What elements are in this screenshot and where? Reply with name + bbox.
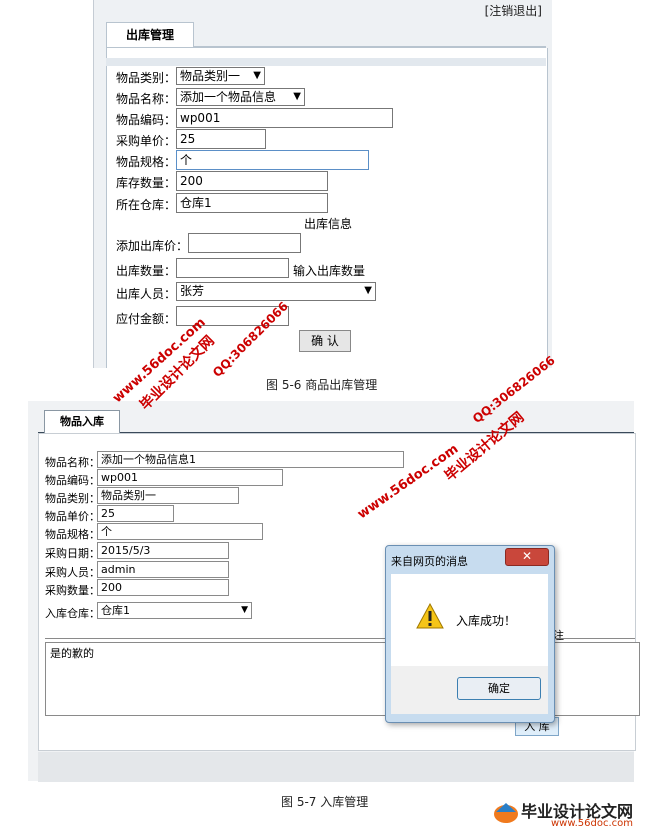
out-price-input[interactable] (188, 233, 301, 253)
figure-caption-5-7: 图 5-7 入库管理 (281, 795, 369, 809)
out-person-label: 出库人员： (116, 287, 177, 301)
out-price-label: 添加出库价： (116, 239, 189, 253)
code-input[interactable]: wp001 (176, 108, 393, 128)
figure-caption-5-6: 图 5-6 商品出库管理 (266, 378, 378, 392)
out-person-select[interactable]: 张芳 ▼ (176, 282, 376, 301)
form-header-strip (106, 58, 546, 66)
category-select[interactable]: 物品类别一 ▼ (176, 67, 265, 85)
in-buyer-label: 采购人员： (45, 566, 100, 579)
warehouse-label: 所在仓库： (116, 198, 177, 212)
name-select[interactable]: 添加一个物品信息 ▼ (176, 88, 305, 106)
in-qty-label: 采购数量： (45, 584, 100, 597)
in-name-input[interactable]: 添加一个物品信息1 (97, 451, 404, 468)
footer-strip (38, 752, 634, 782)
ok-button[interactable]: 确定 (457, 677, 541, 700)
close-icon[interactable]: ✕ (505, 548, 549, 566)
in-category-label: 物品类别： (45, 492, 100, 505)
tab-inbound[interactable]: 物品入库 (44, 410, 120, 433)
name-label: 物品名称： (116, 92, 177, 106)
in-buyer-input[interactable]: admin (97, 561, 229, 578)
in-date-input[interactable]: 2015/5/3 (97, 542, 229, 559)
in-warehouse-label: 入库仓库： (45, 607, 100, 620)
in-price-label: 物品单价： (45, 510, 100, 523)
in-code-input[interactable]: wp001 (97, 469, 283, 486)
chevron-down-icon: ▼ (241, 605, 248, 615)
warning-icon (416, 602, 444, 632)
in-spec-input[interactable]: 个 (97, 523, 263, 540)
chevron-down-icon: ▼ (293, 91, 301, 102)
price-label: 采购单价： (116, 134, 177, 148)
price-input[interactable]: 25 (176, 129, 266, 149)
warehouse-input[interactable]: 仓库1 (176, 193, 328, 213)
section-title: 出库信息 (304, 217, 353, 231)
in-price-input[interactable]: 25 (97, 505, 174, 522)
out-qty-input[interactable] (176, 258, 289, 278)
logo-icon (492, 800, 520, 829)
dialog-message: 入库成功！ (456, 614, 517, 628)
spec-label: 物品规格： (116, 155, 177, 169)
in-category-input[interactable]: 物品类别一 (97, 487, 239, 504)
chevron-down-icon: ▼ (364, 285, 372, 296)
in-name-label: 物品名称： (45, 456, 100, 469)
out-qty-label: 出库数量： (116, 264, 177, 278)
code-label: 物品编码： (116, 113, 177, 127)
logout-link[interactable]: [注销退出] (485, 2, 542, 19)
tab-bar (38, 408, 634, 434)
chevron-down-icon: ▼ (253, 70, 261, 81)
stock-input[interactable]: 200 (176, 171, 328, 191)
in-spec-label: 物品规格： (45, 528, 100, 541)
confirm-button[interactable]: 确 认 (299, 330, 351, 352)
category-label: 物品类别： (116, 71, 177, 85)
in-qty-input[interactable]: 200 (97, 579, 229, 596)
amount-label: 应付金额： (116, 312, 177, 326)
out-qty-hint: 输入出库数量 (293, 264, 366, 278)
stock-label: 库存数量： (116, 176, 177, 190)
dialog-title: 来自网页的消息 (391, 555, 468, 568)
logo-url: www.56doc.com (551, 818, 634, 829)
tab-outbound-management[interactable]: 出库管理 (106, 22, 194, 47)
in-warehouse-select[interactable]: 仓库1 ▼ (97, 602, 252, 619)
spec-input[interactable]: 个 (176, 150, 369, 170)
in-code-label: 物品编码： (45, 474, 100, 487)
in-date-label: 采购日期： (45, 547, 100, 560)
